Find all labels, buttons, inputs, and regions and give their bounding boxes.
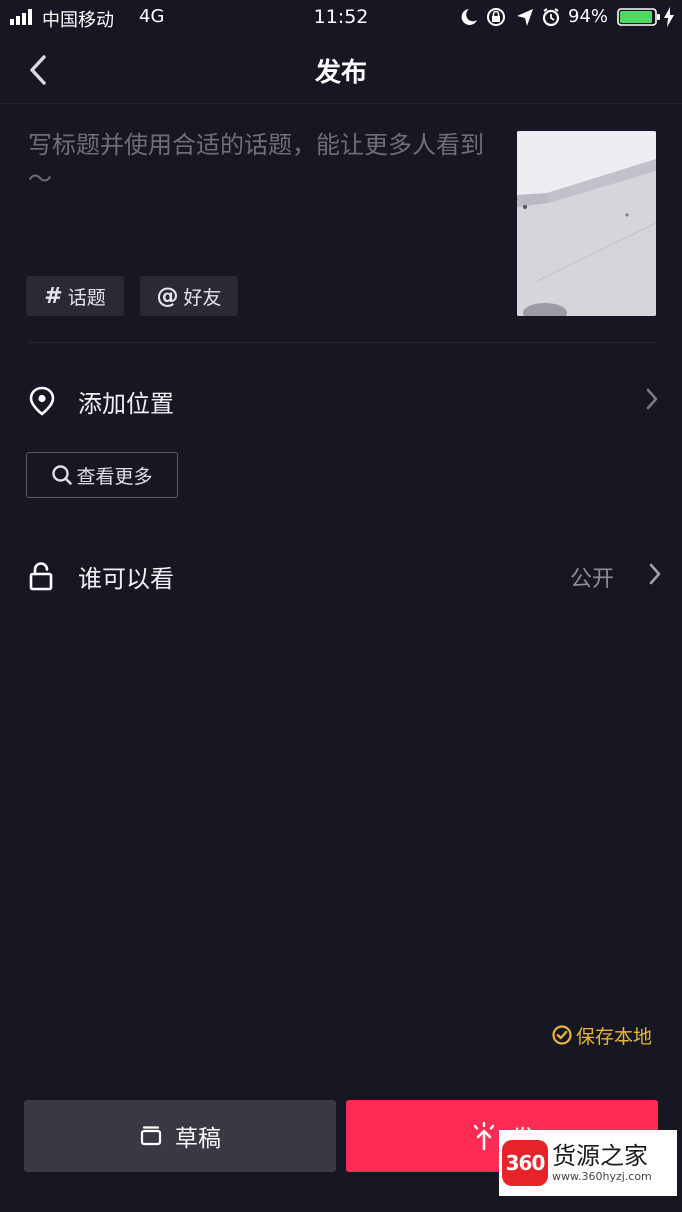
status-bar: 中国移动 4G 11:52 94% [0,0,682,36]
save-local-label: 保存本地 [576,1025,653,1048]
visibility-value: 公开 [570,567,615,592]
who-can-see-row[interactable]: 谁可以看 公开 [0,545,682,605]
battery-percentage: 94% [568,6,609,27]
hashtag-icon: # [44,283,63,309]
see-more-locations-button[interactable]: 查看更多 [26,452,178,498]
publish-upload-icon [473,1121,494,1151]
draft-box-icon [140,1126,162,1146]
topic-chip[interactable]: # 话题 [26,276,124,316]
draft-button[interactable]: 草稿 [24,1100,336,1172]
chevron-right-icon [649,563,661,585]
nav-divider [0,103,682,104]
site-watermark: 360 货源之家 www.360hyzj.com [499,1130,677,1196]
charging-icon [664,7,674,27]
location-pin-icon [29,386,55,416]
status-icons [461,8,560,27]
check-circle-icon [552,1025,572,1045]
topic-label: 话题 [67,286,106,309]
chevron-right-icon [646,388,658,410]
friend-label: 好友 [183,286,222,309]
search-icon [52,465,73,485]
at-sign-icon: @ [156,283,179,309]
caption-input[interactable]: 写标题并使用合适的话题，能让更多人看到～ [28,128,496,196]
mention-friend-chip[interactable]: @ 好友 [140,276,238,316]
unlock-icon [29,562,53,591]
battery-icon [617,8,660,26]
draft-label: 草稿 [175,1126,221,1152]
add-location-row[interactable]: 添加位置 [0,370,682,430]
cover-image [517,131,656,316]
video-cover-thumbnail[interactable] [517,131,656,316]
watermark-name: 货源之家 [552,1142,648,1170]
moon-icon [461,9,477,25]
watermark-url: www.360hyzj.com [552,1170,652,1183]
save-local-toggle[interactable]: 保存本地 [551,1022,652,1048]
section-divider [28,342,656,343]
see-more-label: 查看更多 [76,465,153,488]
location-arrow-icon [517,9,533,26]
who-can-see-label: 谁可以看 [78,565,174,593]
rotation-lock-icon [487,8,505,26]
alarm-icon [542,8,560,27]
add-location-label: 添加位置 [78,390,174,418]
page-title: 发布 [314,58,367,88]
watermark-logo: 360 [502,1140,548,1186]
